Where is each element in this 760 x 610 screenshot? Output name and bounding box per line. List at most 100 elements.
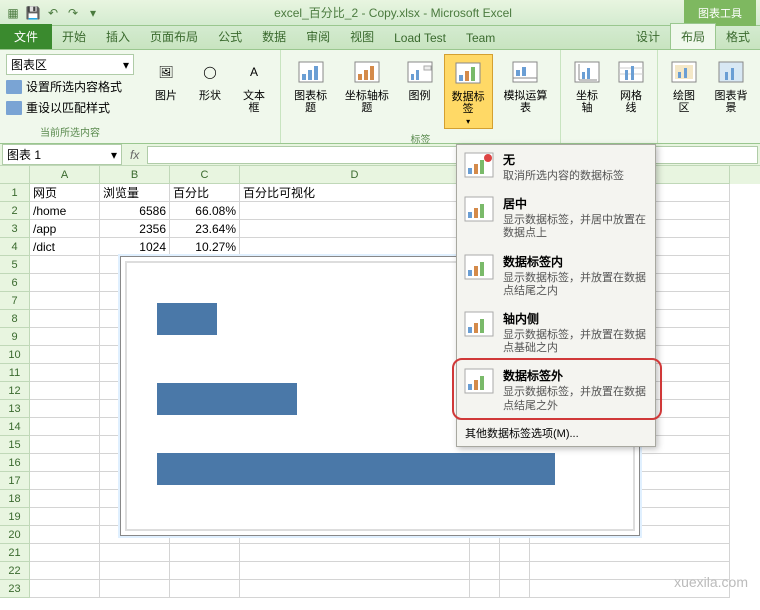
cell[interactable]	[30, 454, 100, 472]
row-header[interactable]: 7	[0, 292, 30, 310]
menu-item-inside-end[interactable]: 数据标签内显示数据标签，并放置在数据点结尾之内	[457, 247, 655, 304]
cell[interactable]: 2356	[100, 220, 170, 238]
col-header[interactable]: D	[240, 166, 470, 184]
row-header[interactable]: 9	[0, 328, 30, 346]
row-header[interactable]: 4	[0, 238, 30, 256]
tab-insert[interactable]: 插入	[96, 24, 140, 49]
cell[interactable]: /home	[30, 202, 100, 220]
cell[interactable]	[30, 418, 100, 436]
cell[interactable]	[30, 436, 100, 454]
row-header[interactable]: 20	[0, 526, 30, 544]
cell[interactable]: /dict	[30, 238, 100, 256]
cell[interactable]	[30, 526, 100, 544]
row-header[interactable]: 3	[0, 220, 30, 238]
row-header[interactable]: 13	[0, 400, 30, 418]
col-header[interactable]: A	[30, 166, 100, 184]
bar-series-home[interactable]	[157, 453, 555, 485]
cell[interactable]	[470, 544, 500, 562]
insert-shape-button[interactable]: ◯形状	[190, 54, 230, 104]
legend-button[interactable]: 图例	[400, 54, 440, 104]
cell[interactable]	[30, 292, 100, 310]
tab-design[interactable]: 设计	[626, 24, 670, 49]
tab-team[interactable]: Team	[456, 27, 505, 49]
cell[interactable]: 1024	[100, 238, 170, 256]
axis-title-button[interactable]: 坐标轴标题	[338, 54, 395, 116]
insert-textbox-button[interactable]: A文本框	[234, 54, 274, 116]
menu-item-more-options[interactable]: 其他数据标签选项(M)...	[457, 419, 655, 446]
tab-view[interactable]: 视图	[340, 24, 384, 49]
row-header[interactable]: 2	[0, 202, 30, 220]
cell[interactable]	[170, 580, 240, 598]
cell[interactable]	[30, 328, 100, 346]
menu-item-inside-base[interactable]: 轴内侧显示数据标签，并放置在数据点基础之内	[457, 304, 655, 361]
row-header[interactable]: 11	[0, 364, 30, 382]
undo-icon[interactable]: ↶	[44, 4, 62, 22]
cell[interactable]	[30, 508, 100, 526]
cell[interactable]	[30, 580, 100, 598]
row-header[interactable]: 8	[0, 310, 30, 328]
plot-area-button[interactable]: 绘图区	[664, 54, 704, 116]
cell[interactable]	[240, 238, 470, 256]
tab-formulas[interactable]: 公式	[208, 24, 252, 49]
cell[interactable]	[30, 256, 100, 274]
cell[interactable]: 6586	[100, 202, 170, 220]
row-header[interactable]: 14	[0, 418, 30, 436]
cell[interactable]: 百分比	[170, 184, 240, 202]
axes-button[interactable]: 坐标轴	[567, 54, 607, 116]
cell[interactable]	[100, 544, 170, 562]
tab-data[interactable]: 数据	[252, 24, 296, 49]
name-box[interactable]: 图表 1 ▾	[2, 144, 122, 165]
row-header[interactable]: 23	[0, 580, 30, 598]
row-header[interactable]: 19	[0, 508, 30, 526]
tab-review[interactable]: 审阅	[296, 24, 340, 49]
save-icon[interactable]: 💾	[24, 4, 42, 22]
cell[interactable]	[30, 400, 100, 418]
cell[interactable]: 浏览量	[100, 184, 170, 202]
menu-item-center[interactable]: 居中显示数据标签，并居中放置在数据点上	[457, 189, 655, 246]
row-header[interactable]: 12	[0, 382, 30, 400]
formula-bar[interactable]	[147, 146, 758, 164]
row-header[interactable]: 10	[0, 346, 30, 364]
format-selection-button[interactable]: 设置所选内容格式	[6, 77, 134, 96]
select-all-corner[interactable]	[0, 166, 30, 184]
data-labels-button[interactable]: 数据标签▾	[444, 54, 493, 129]
cell[interactable]	[30, 472, 100, 490]
cell[interactable]	[240, 544, 470, 562]
menu-item-none[interactable]: 无取消所选内容的数据标签	[457, 145, 655, 189]
chart-title-button[interactable]: 图表标题	[287, 54, 334, 116]
bar-series-dict[interactable]	[157, 303, 217, 335]
reset-style-button[interactable]: 重设以匹配样式	[6, 98, 134, 117]
bar-series-app[interactable]	[157, 383, 297, 415]
row-header[interactable]: 1	[0, 184, 30, 202]
tab-format[interactable]: 格式	[716, 24, 760, 49]
cell[interactable]	[30, 562, 100, 580]
tab-loadtest[interactable]: Load Test	[384, 27, 456, 49]
tab-page-layout[interactable]: 页面布局	[140, 24, 208, 49]
cell[interactable]	[30, 490, 100, 508]
cell[interactable]	[240, 562, 470, 580]
row-header[interactable]: 21	[0, 544, 30, 562]
cell[interactable]	[500, 580, 530, 598]
row-header[interactable]: 17	[0, 472, 30, 490]
cell[interactable]	[100, 580, 170, 598]
cell[interactable]: 网页	[30, 184, 100, 202]
redo-icon[interactable]: ↷	[64, 4, 82, 22]
col-header[interactable]: C	[170, 166, 240, 184]
cell[interactable]	[240, 202, 470, 220]
cell[interactable]	[530, 544, 730, 562]
cell[interactable]: 66.08%	[170, 202, 240, 220]
fx-icon[interactable]: fx	[124, 148, 145, 162]
row-header[interactable]: 22	[0, 562, 30, 580]
cell[interactable]	[30, 364, 100, 382]
chart-wall-button[interactable]: 图表背景	[708, 54, 754, 116]
menu-item-outside-end[interactable]: 数据标签外显示数据标签，并放置在数据点结尾之外	[457, 361, 655, 418]
gridlines-button[interactable]: 网格线	[611, 54, 651, 116]
cell[interactable]	[500, 562, 530, 580]
cell[interactable]: 23.64%	[170, 220, 240, 238]
tab-home[interactable]: 开始	[52, 24, 96, 49]
cell[interactable]	[170, 544, 240, 562]
cell[interactable]	[30, 310, 100, 328]
cell[interactable]	[30, 346, 100, 364]
row-header[interactable]: 5	[0, 256, 30, 274]
cell[interactable]	[100, 562, 170, 580]
